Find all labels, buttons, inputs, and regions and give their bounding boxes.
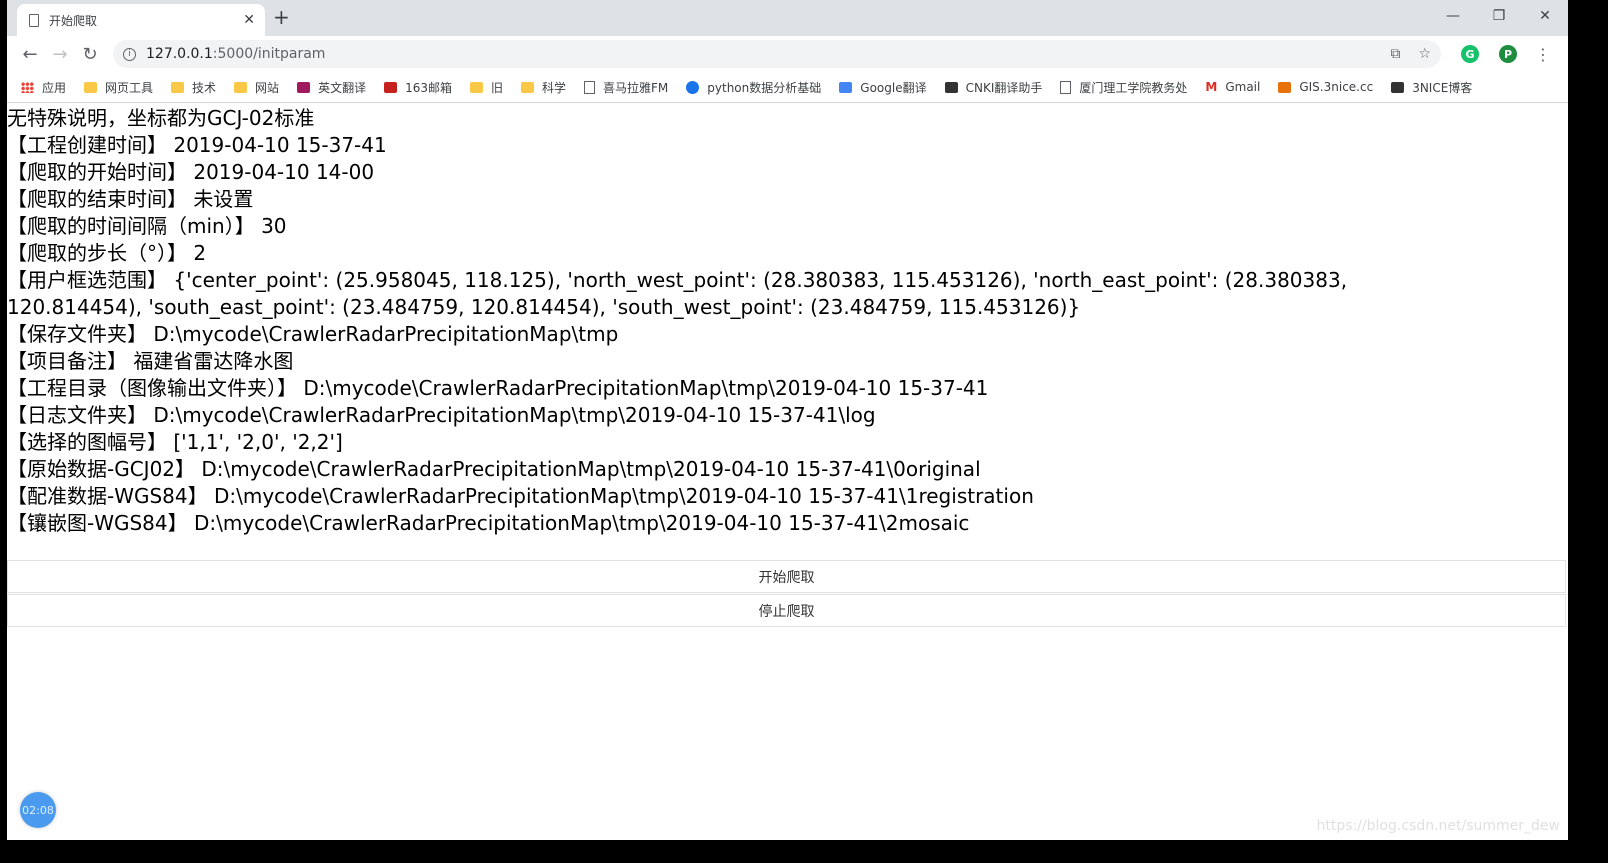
bookmark-item[interactable]: 喜马拉雅FM: [584, 79, 668, 96]
tab-close-icon[interactable]: ✕: [243, 12, 255, 28]
globe-icon: [686, 80, 700, 94]
cnki-icon: [944, 81, 958, 93]
bookmark-item[interactable]: 应用: [21, 79, 66, 96]
folder-icon: [171, 81, 185, 93]
browser-toolbar: ← → ↻ i 127.0.0.1:5000/initparam ⧉ ☆ G P…: [7, 36, 1568, 72]
bookmark-label: 应用: [42, 80, 67, 95]
url-text[interactable]: 127.0.0.1:5000/initparam: [146, 46, 325, 62]
grammarly-extension-icon[interactable]: G: [1461, 45, 1479, 63]
save-folder: 【保存文件夹】 D:\mycode\CrawlerRadarPrecipitat…: [7, 322, 619, 346]
bookmark-item[interactable]: 技术: [171, 79, 216, 96]
created-time: 【工程创建时间】 2019-04-10 15-37-41: [7, 133, 387, 157]
bookmark-item[interactable]: 163邮箱: [384, 79, 452, 96]
page-icon: [584, 80, 596, 94]
bookmark-label: Gmail: [1225, 80, 1261, 94]
apps-icon: [21, 81, 34, 93]
browser-window: 开始爬取 ✕ + — ❐ ✕ ← → ↻ i 127.0.0.1:5000/in…: [7, 0, 1568, 840]
site-info-icon[interactable]: i: [123, 47, 136, 61]
blog-icon: [1391, 81, 1405, 93]
google-translate-icon: [839, 81, 853, 93]
bookmark-label: 英文翻译: [318, 80, 367, 95]
bookmark-item[interactable]: 科学: [521, 79, 566, 96]
watermark: https://blog.csdn.net/summer_dew: [1316, 818, 1560, 834]
bookmark-item[interactable]: CNKI翻译助手: [944, 79, 1043, 96]
selected-tiles: 【选择的图幅号】 ['1,1', '2,0', '2,2']: [7, 430, 343, 454]
back-button[interactable]: ←: [15, 40, 45, 68]
registration-dir: 【配准数据-WGS84】 D:\mycode\CrawlerRadarPreci…: [7, 484, 1034, 508]
bookmark-label: CNKI翻译助手: [965, 80, 1043, 95]
folder-icon: [469, 81, 483, 93]
address-bar[interactable]: i 127.0.0.1:5000/initparam ⧉ ☆: [113, 40, 1441, 68]
new-tab-button[interactable]: +: [273, 7, 290, 27]
start-time: 【爬取的开始时间】 2019-04-10 14-00: [7, 160, 375, 184]
bookmark-label: 3NICE博客: [1412, 80, 1473, 95]
mail163-icon: [384, 81, 398, 93]
bookmark-label: 厦门理工学院教务处: [1079, 80, 1188, 95]
bookmark-label: python数据分析基础: [707, 80, 822, 95]
bookmark-label: 旧: [490, 80, 503, 95]
bookmark-label: 科学: [542, 80, 567, 95]
bookmark-label: 喜马拉雅FM: [603, 80, 669, 95]
bookmark-item[interactable]: Google翻译: [839, 79, 927, 96]
interval: 【爬取的时间间隔（min）】 30: [7, 214, 287, 238]
reload-button[interactable]: ↻: [75, 40, 105, 68]
page-icon: [29, 13, 39, 27]
gis-icon: [1278, 81, 1292, 93]
project-dir: 【工程目录（图像输出文件夹）】 D:\mycode\CrawlerRadarPr…: [7, 376, 989, 400]
forward-button[interactable]: →: [45, 40, 75, 68]
stop-crawl-button[interactable]: 停止爬取: [7, 594, 1566, 627]
folder-icon: [84, 81, 98, 93]
bookmark-item[interactable]: 旧: [469, 79, 503, 96]
bookmark-item[interactable]: GIS.3nice.cc: [1278, 80, 1373, 94]
gmail-icon: M: [1205, 80, 1218, 94]
bookmark-label: 技术: [192, 80, 217, 95]
page-icon: [1060, 80, 1072, 94]
profile-avatar[interactable]: P: [1499, 45, 1517, 63]
end-time: 【爬取的结束时间】 未设置: [7, 187, 254, 211]
url-path: :5000/initparam: [212, 46, 326, 62]
bookmark-label: 网站: [255, 80, 280, 95]
bookmark-star-icon[interactable]: ☆: [1418, 46, 1431, 62]
bookmark-item[interactable]: python数据分析基础: [686, 79, 821, 96]
step: 【爬取的步长（°）】 2: [7, 241, 207, 265]
bookmark-label: Google翻译: [860, 80, 927, 95]
browser-menu-icon[interactable]: ⋮: [1535, 45, 1551, 64]
bookmark-item[interactable]: 厦门理工学院教务处: [1060, 79, 1187, 96]
translate-icon: [297, 81, 311, 93]
mosaic-dir: 【镶嵌图-WGS84】 D:\mycode\CrawlerRadarPrecip…: [7, 511, 970, 535]
url-host: 127.0.0.1: [146, 46, 213, 62]
bookmark-item[interactable]: 3NICE博客: [1391, 79, 1472, 96]
coordinate-note: 无特殊说明，坐标都为GCJ-02标准: [7, 106, 315, 130]
timer-badge: 02:08: [20, 792, 56, 828]
bookmark-item[interactable]: 英文翻译: [297, 79, 366, 96]
selection-extent: 【用户框选范围】 {'center_point': (25.958045, 11…: [7, 268, 1348, 319]
folder-icon: [234, 81, 248, 93]
active-tab[interactable]: 开始爬取 ✕: [17, 4, 265, 36]
folder-icon: [521, 81, 534, 93]
minimize-icon[interactable]: —: [1430, 0, 1476, 32]
project-remark: 【项目备注】 福建省雷达降水图: [7, 349, 294, 373]
translate-page-icon[interactable]: ⧉: [1390, 46, 1400, 62]
tab-strip: 开始爬取 ✕ + — ❐ ✕: [7, 0, 1568, 36]
start-crawl-button[interactable]: 开始爬取: [7, 560, 1566, 593]
tab-title: 开始爬取: [49, 13, 98, 28]
bookmark-item[interactable]: 网页工具: [84, 79, 153, 96]
page-content: 无特殊说明，坐标都为GCJ-02标准 【工程创建时间】 2019-04-10 1…: [7, 103, 1568, 838]
bookmark-item[interactable]: M Gmail: [1205, 80, 1260, 94]
bookmark-item[interactable]: 网站: [234, 79, 279, 96]
window-controls: — ❐ ✕: [1430, 0, 1568, 32]
restore-icon[interactable]: ❐: [1476, 0, 1522, 32]
bookmarks-bar: 应用 网页工具 技术 网站 英文翻译 163邮箱 旧 科学 喜马拉雅FM pyt…: [7, 72, 1568, 103]
project-info: 无特殊说明，坐标都为GCJ-02标准 【工程创建时间】 2019-04-10 1…: [7, 105, 1407, 537]
log-dir: 【日志文件夹】 D:\mycode\CrawlerRadarPrecipitat…: [7, 403, 876, 427]
bookmark-label: 163邮箱: [405, 80, 452, 95]
original-dir: 【原始数据-GCJ02】 D:\mycode\CrawlerRadarPreci…: [7, 457, 981, 481]
bookmark-label: 网页工具: [105, 80, 154, 95]
close-window-icon[interactable]: ✕: [1522, 0, 1568, 32]
bookmark-label: GIS.3nice.cc: [1299, 80, 1374, 94]
